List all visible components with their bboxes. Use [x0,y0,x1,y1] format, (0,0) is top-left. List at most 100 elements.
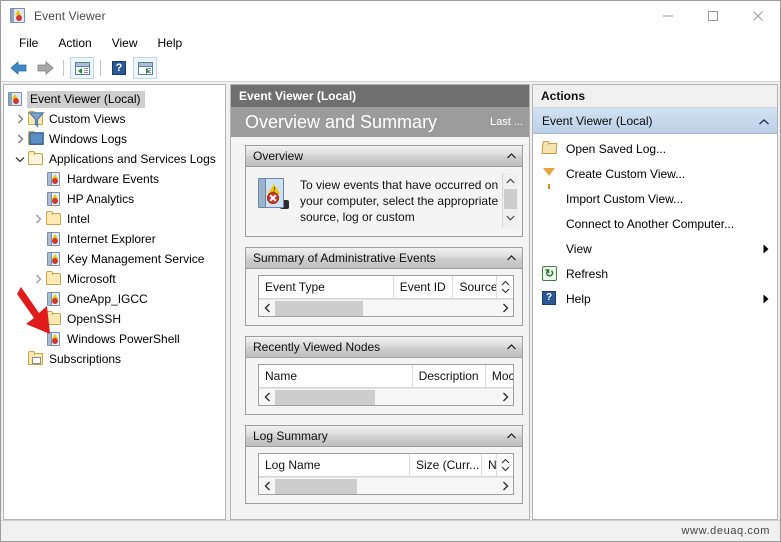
maximize-button[interactable] [690,1,735,31]
actions-group-header[interactable]: Event Viewer (Local) [533,108,777,134]
tree-item-label: Windows Logs [49,132,127,146]
section-title: Overview [253,149,303,163]
scrollbar-thumb[interactable] [275,390,375,405]
action-help[interactable]: ? Help [533,286,777,311]
show-hide-action-pane-button[interactable] [133,57,157,79]
event-log-icon [46,171,62,187]
column-header-log-name[interactable]: Log Name [259,454,410,476]
sort-spinner-icon[interactable] [497,454,513,476]
tree-item-event-viewer-local[interactable]: Event Viewer (Local) [4,89,225,109]
column-header-event-id[interactable]: Event ID [394,276,454,298]
tree-item-openssh[interactable]: OpenSSH [4,309,225,329]
chevron-up-icon[interactable] [506,253,516,263]
tree-item-hardware-events[interactable]: Hardware Events [4,169,225,189]
tree-item-label: Custom Views [49,112,125,126]
column-header-source[interactable]: Source [453,276,497,298]
sort-spinner-icon[interactable] [497,276,513,298]
scroll-down-icon[interactable] [503,210,518,225]
help-button[interactable]: ? [107,57,131,79]
folder-icon [46,211,62,227]
tree-item-custom-views[interactable]: Custom Views [4,109,225,129]
tree-item-label: Hardware Events [67,172,159,186]
chevron-left-icon[interactable] [259,479,275,494]
menu-file[interactable]: File [9,33,48,53]
details-pane: Event Viewer (Local) Overview and Summar… [230,84,530,520]
details-pane-body: Overview ! To view events that have occu… [231,137,529,519]
scroll-track[interactable] [275,390,497,405]
action-view[interactable]: View [533,236,777,261]
scrollbar-thumb[interactable] [275,301,363,316]
no-icon-placeholder [542,241,558,257]
menu-help[interactable]: Help [148,33,193,53]
tree-item-hp-analytics[interactable]: HP Analytics [4,189,225,209]
scrollbar-thumb[interactable] [504,189,517,209]
details-pane-header: Event Viewer (Local) [231,85,529,107]
tree-item-key-management-service[interactable]: Key Management Service [4,249,225,269]
scrollbar-thumb[interactable] [275,479,357,494]
chevron-right-icon[interactable] [497,390,513,405]
tree-item-oneapp-igcc[interactable]: OneApp_IGCC [4,289,225,309]
chevron-right-icon[interactable] [30,269,46,289]
forward-button[interactable] [33,57,57,79]
chevron-right-icon[interactable] [497,479,513,494]
action-import-custom-view[interactable]: Import Custom View... [533,186,777,211]
section-title: Log Summary [253,429,328,443]
chevron-right-icon[interactable] [12,129,28,149]
scroll-track[interactable] [275,301,497,316]
action-connect-to-another-computer[interactable]: Connect to Another Computer... [533,211,777,236]
chevron-down-icon[interactable] [12,149,28,169]
tree-item-microsoft[interactable]: Microsoft [4,269,225,289]
chevron-up-icon[interactable] [506,431,516,441]
tree-item-label: Applications and Services Logs [49,152,216,166]
tree-item-windows-logs[interactable]: Windows Logs [4,129,225,149]
chevron-up-icon[interactable] [506,151,516,161]
tree-item-label: HP Analytics [67,192,134,206]
tree-item-windows-powershell[interactable]: Windows PowerShell [4,329,225,349]
minimize-button[interactable] [645,1,690,31]
chevron-left-icon[interactable] [259,301,275,316]
chevron-up-icon[interactable] [506,342,516,352]
help-icon: ? [112,61,126,75]
overview-scrollbar[interactable] [502,173,518,228]
section-overview-header[interactable]: Overview [245,145,523,167]
tree-item-label: Intel [67,212,90,226]
chevron-left-icon[interactable] [259,390,275,405]
tree-item-subscriptions[interactable]: Subscriptions [4,349,225,369]
tree-item-internet-explorer[interactable]: Internet Explorer [4,229,225,249]
section-recently-viewed-header[interactable]: Recently Viewed Nodes [245,336,523,358]
grid-horizontal-scrollbar[interactable] [259,388,513,405]
action-open-saved-log[interactable]: Open Saved Log... [533,136,777,161]
chevron-right-icon[interactable] [30,209,46,229]
chevron-right-icon[interactable] [12,109,28,129]
tree-item-applications-and-services-logs[interactable]: Applications and Services Logs [4,149,225,169]
actions-list: Open Saved Log... Create Custom View... … [533,134,777,311]
event-viewer-window: Event Viewer File Action View Help [0,0,781,542]
column-header-modified[interactable]: Moc [486,365,513,387]
action-refresh[interactable]: ↻ Refresh [533,261,777,286]
column-header-name[interactable]: Name [259,365,413,387]
menu-action[interactable]: Action [48,33,101,53]
section-title: Recently Viewed Nodes [253,340,380,354]
section-overview: Overview ! To view events that have occu… [245,145,523,237]
column-header-modified[interactable]: N [482,454,497,476]
column-header-event-type[interactable]: Event Type [259,276,394,298]
chevron-right-icon[interactable] [497,301,513,316]
column-header-size-current[interactable]: Size (Curr... [410,454,482,476]
section-log-summary-header[interactable]: Log Summary [245,425,523,447]
grid-horizontal-scrollbar[interactable] [259,299,513,316]
tree-item-intel[interactable]: Intel [4,209,225,229]
column-header-description[interactable]: Description [413,365,486,387]
chevron-up-icon[interactable] [759,114,769,128]
close-button[interactable] [735,1,780,31]
back-button[interactable] [7,57,31,79]
menu-view[interactable]: View [102,33,148,53]
chevron-right-icon[interactable] [30,309,46,329]
help-icon: ? [542,291,558,307]
show-hide-console-tree-button[interactable] [70,57,94,79]
grid-horizontal-scrollbar[interactable] [259,477,513,494]
scroll-up-icon[interactable] [503,173,518,188]
section-summary-header[interactable]: Summary of Administrative Events [245,247,523,269]
folder-icon [46,271,62,287]
action-create-custom-view[interactable]: Create Custom View... [533,161,777,186]
scroll-track[interactable] [275,479,497,494]
